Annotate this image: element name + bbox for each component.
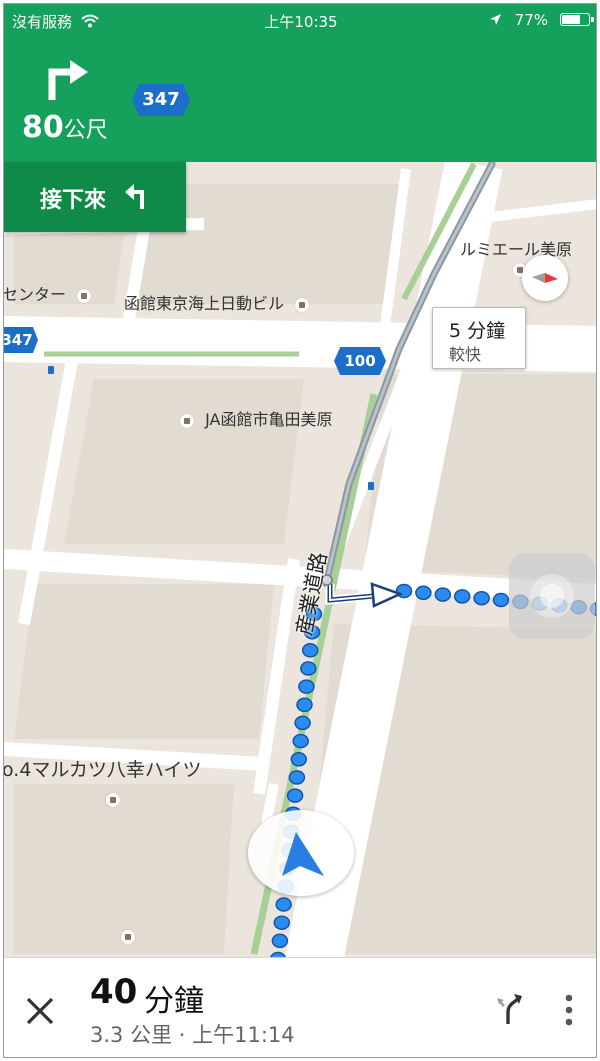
poi-label: o.4マルカツ八幸ハイツ — [3, 759, 202, 781]
alternate-routes-icon[interactable] — [494, 992, 524, 1026]
current-location-marker — [248, 810, 354, 896]
next-label: 接下來 — [40, 188, 107, 213]
poi-marker-icon — [180, 413, 194, 428]
poi-marker-icon — [295, 297, 310, 312]
route-dot — [434, 587, 452, 602]
status-bar: 沒有服務 上午10:35 77% — [4, 4, 596, 34]
route-dot — [275, 897, 292, 912]
route-dot — [473, 590, 490, 606]
route-dot — [453, 589, 471, 604]
poi-marukatsu[interactable]: o.4マルカツ八幸ハイツ — [3, 755, 202, 782]
route-dot — [301, 643, 319, 658]
route-dot — [271, 933, 289, 949]
navigation-arrow-icon — [282, 832, 324, 876]
route-dot — [294, 715, 311, 731]
trip-detail: 3.3 公里 · 上午11:14 — [90, 1023, 295, 1047]
app-frame: ルミエール美原 センター 函館東京海上日動ビル JA函館市亀田美原 o.4マルカ… — [3, 3, 597, 1058]
next-maneuver-banner[interactable]: 接下來 — [4, 162, 186, 232]
distance-unit: 公尺 — [63, 118, 108, 143]
shield-label: 347 — [142, 89, 180, 110]
route-shield-347-map: 347 — [3, 327, 38, 353]
clock: 上午10:35 — [264, 13, 338, 31]
route-dot — [298, 679, 315, 694]
alt-route-note: 較快 — [449, 345, 482, 364]
poi-marker-icon[interactable] — [106, 793, 120, 807]
route-shield-100: 100 — [334, 347, 386, 375]
poi-label: JA函館市亀田美原 — [205, 410, 333, 429]
poi-label: 函館東京海上日動ビル — [124, 294, 285, 313]
route-dot — [292, 733, 309, 749]
more-options-icon[interactable] — [563, 994, 575, 1028]
poi-marker-icon — [77, 288, 92, 303]
battery-percent: 77% — [514, 11, 548, 29]
poi-label: センター — [3, 285, 67, 304]
battery-fill — [562, 15, 580, 24]
recenter-button[interactable] — [509, 553, 595, 639]
location-services-icon — [490, 14, 501, 25]
turn-left-icon — [125, 184, 144, 209]
poi-ja-hakodate[interactable]: JA函館市亀田美原 — [180, 406, 332, 430]
shield-label: 100 — [344, 352, 376, 370]
route-dot — [288, 770, 306, 785]
eta-unit: 分鐘 — [144, 984, 204, 1019]
close-icon[interactable] — [25, 996, 55, 1026]
poi-tokyo-kaijo[interactable]: 函館東京海上日動ビル — [124, 290, 310, 314]
distance-value: 80 — [22, 110, 64, 145]
trip-summary-panel[interactable]: 40 分鐘 3.3 公里 · 上午11:14 — [4, 957, 596, 1057]
recenter-icon — [530, 574, 574, 618]
eta-value: 40 — [90, 972, 138, 1012]
route-dot — [286, 788, 304, 803]
poi-center[interactable]: センター — [3, 281, 92, 305]
route-dot — [296, 697, 313, 713]
shield-label: 347 — [3, 331, 33, 349]
route-dot — [492, 592, 510, 608]
route-dot — [290, 752, 308, 767]
route-dot — [300, 661, 317, 676]
route-shield-347: 347 — [132, 84, 190, 116]
route-dot — [415, 585, 432, 601]
navigation-header[interactable]: 80公尺 347 — [4, 34, 596, 162]
poi-marker-icon[interactable] — [121, 930, 135, 944]
maneuver-distance: 80公尺 — [22, 110, 108, 145]
alternate-route-callout[interactable]: 5 分鐘 較快 — [432, 307, 526, 369]
turn-right-icon — [48, 60, 88, 100]
compass-icon — [532, 273, 558, 283]
battery-icon — [560, 13, 594, 26]
compass-button[interactable] — [522, 255, 568, 301]
alt-route-time: 5 分鐘 — [449, 320, 506, 342]
route-dot — [273, 915, 291, 930]
